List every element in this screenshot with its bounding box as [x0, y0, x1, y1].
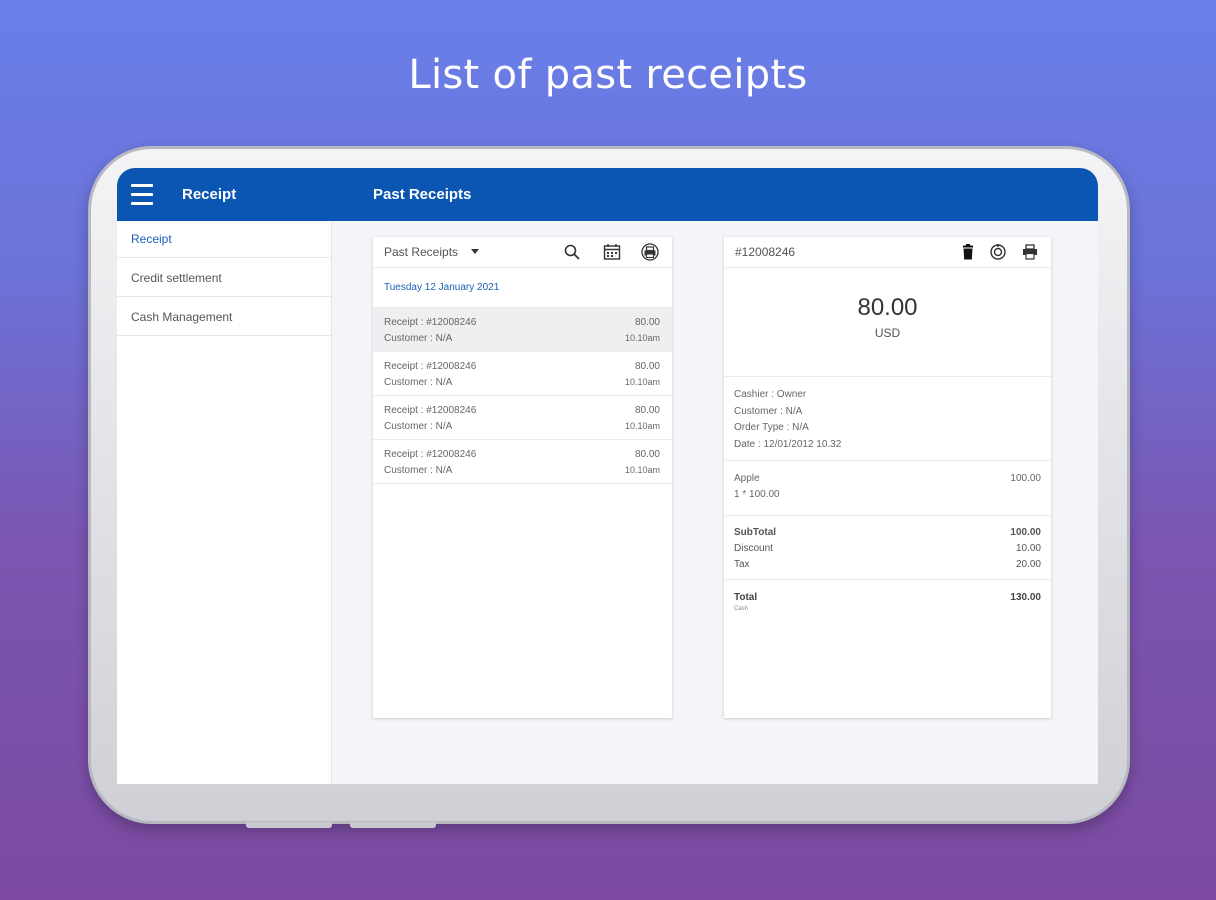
detail-header: #12008246 [724, 237, 1051, 268]
discount-value: 10.00 [1015, 543, 1041, 554]
currency-code: USD [874, 326, 901, 340]
discount-label: Discount [734, 543, 773, 554]
search-icon[interactable] [563, 243, 581, 261]
receipt-amount: 80.00 [634, 449, 660, 460]
delete-icon[interactable] [959, 243, 977, 261]
list-item[interactable]: Receipt : #12008246 Customer : N/A 80.00… [373, 396, 672, 440]
refund-icon[interactable] [989, 243, 1007, 261]
total-value: 130.00 [1010, 592, 1041, 603]
print-icon[interactable] [641, 243, 659, 261]
order-type-info: Order Type : N/A [734, 422, 809, 433]
sidebar-item-receipt[interactable]: Receipt [117, 221, 331, 258]
sidebar: Receipt Credit settlement Cash Managemen… [117, 221, 332, 784]
receipt-total-amount: 80.00 [857, 294, 918, 321]
app-screen: Receipt Past Receipts Receipt Credit set… [117, 168, 1098, 784]
receipt-number: Receipt : #12008246 [384, 361, 477, 372]
grand-total: Total 130.00 Cash [724, 580, 1051, 612]
receipt-time: 10.10am [624, 333, 660, 343]
receipt-amount: 80.00 [634, 405, 660, 416]
date-group-header: Tuesday 12 January 2021 [373, 268, 672, 308]
receipts-list-panel: Past Receipts Tuesday 12 January 2021 Re… [373, 237, 672, 718]
receipt-customer: Customer : N/A [384, 465, 453, 476]
tax-value: 20.00 [1015, 559, 1041, 570]
sidebar-item-credit-settlement[interactable]: Credit settlement [117, 258, 331, 297]
tablet-button [246, 822, 332, 828]
receipt-customer: Customer : N/A [384, 377, 453, 388]
item-price: 100.00 [1010, 473, 1041, 484]
date-info: Date : 12/01/2012 10.32 [734, 438, 842, 450]
chevron-down-icon[interactable] [471, 249, 479, 254]
app-bar: Receipt Past Receipts [117, 168, 1098, 221]
receipt-customer: Customer : N/A [384, 333, 453, 344]
item-quantity: 1 * 100.00 [734, 489, 780, 500]
calendar-icon[interactable] [603, 243, 621, 261]
receipt-time: 10.10am [624, 377, 660, 387]
receipt-id: #12008246 [735, 245, 796, 259]
list-item[interactable]: Receipt : #12008246 Customer : N/A 80.00… [373, 440, 672, 484]
filter-dropdown-label[interactable]: Past Receipts [384, 245, 458, 259]
app-title: Receipt [182, 186, 237, 203]
receipt-time: 10.10am [624, 465, 660, 475]
list-item[interactable]: Receipt : #12008246 Customer : N/A 80.00… [373, 352, 672, 396]
payment-method: Cash [734, 606, 749, 612]
receipt-info: Cashier : Owner Customer : N/A Order Typ… [724, 377, 1051, 461]
menu-icon[interactable] [131, 184, 153, 206]
subtotal-label: SubTotal [734, 527, 777, 538]
list-item[interactable]: Receipt : #12008246 Customer : N/A 80.00… [373, 308, 672, 352]
item-name: Apple [734, 473, 760, 484]
page-title: Past Receipts [373, 186, 472, 203]
line-item: Apple 1 * 100.00 100.00 [724, 461, 1051, 516]
subtotal-value: 100.00 [1010, 527, 1041, 538]
print-icon[interactable] [1021, 243, 1039, 261]
receipt-detail-panel: #12008246 80.00 USD Cashier : Owner Cust… [724, 237, 1051, 718]
receipt-customer: Customer : N/A [384, 421, 453, 432]
receipt-number: Receipt : #12008246 [384, 405, 477, 416]
cashier-info: Cashier : Owner [734, 389, 807, 400]
list-header: Past Receipts [373, 237, 672, 268]
total-label: Total [734, 592, 758, 603]
receipt-amount: 80.00 [634, 317, 660, 328]
sidebar-item-cash-management[interactable]: Cash Management [117, 297, 331, 336]
tax-label: Tax [734, 559, 750, 570]
receipt-amount: 80.00 [634, 361, 660, 372]
receipt-time: 10.10am [624, 421, 660, 431]
totals-breakdown: SubTotal 100.00 Discount 10.00 Tax 20.00 [724, 516, 1051, 580]
customer-info: Customer : N/A [734, 405, 803, 417]
receipt-number: Receipt : #12008246 [384, 449, 477, 460]
receipt-amount-summary: 80.00 USD [724, 268, 1051, 377]
headline: List of past receipts [408, 52, 808, 98]
tablet-button [350, 822, 436, 828]
receipt-number: Receipt : #12008246 [384, 317, 477, 328]
